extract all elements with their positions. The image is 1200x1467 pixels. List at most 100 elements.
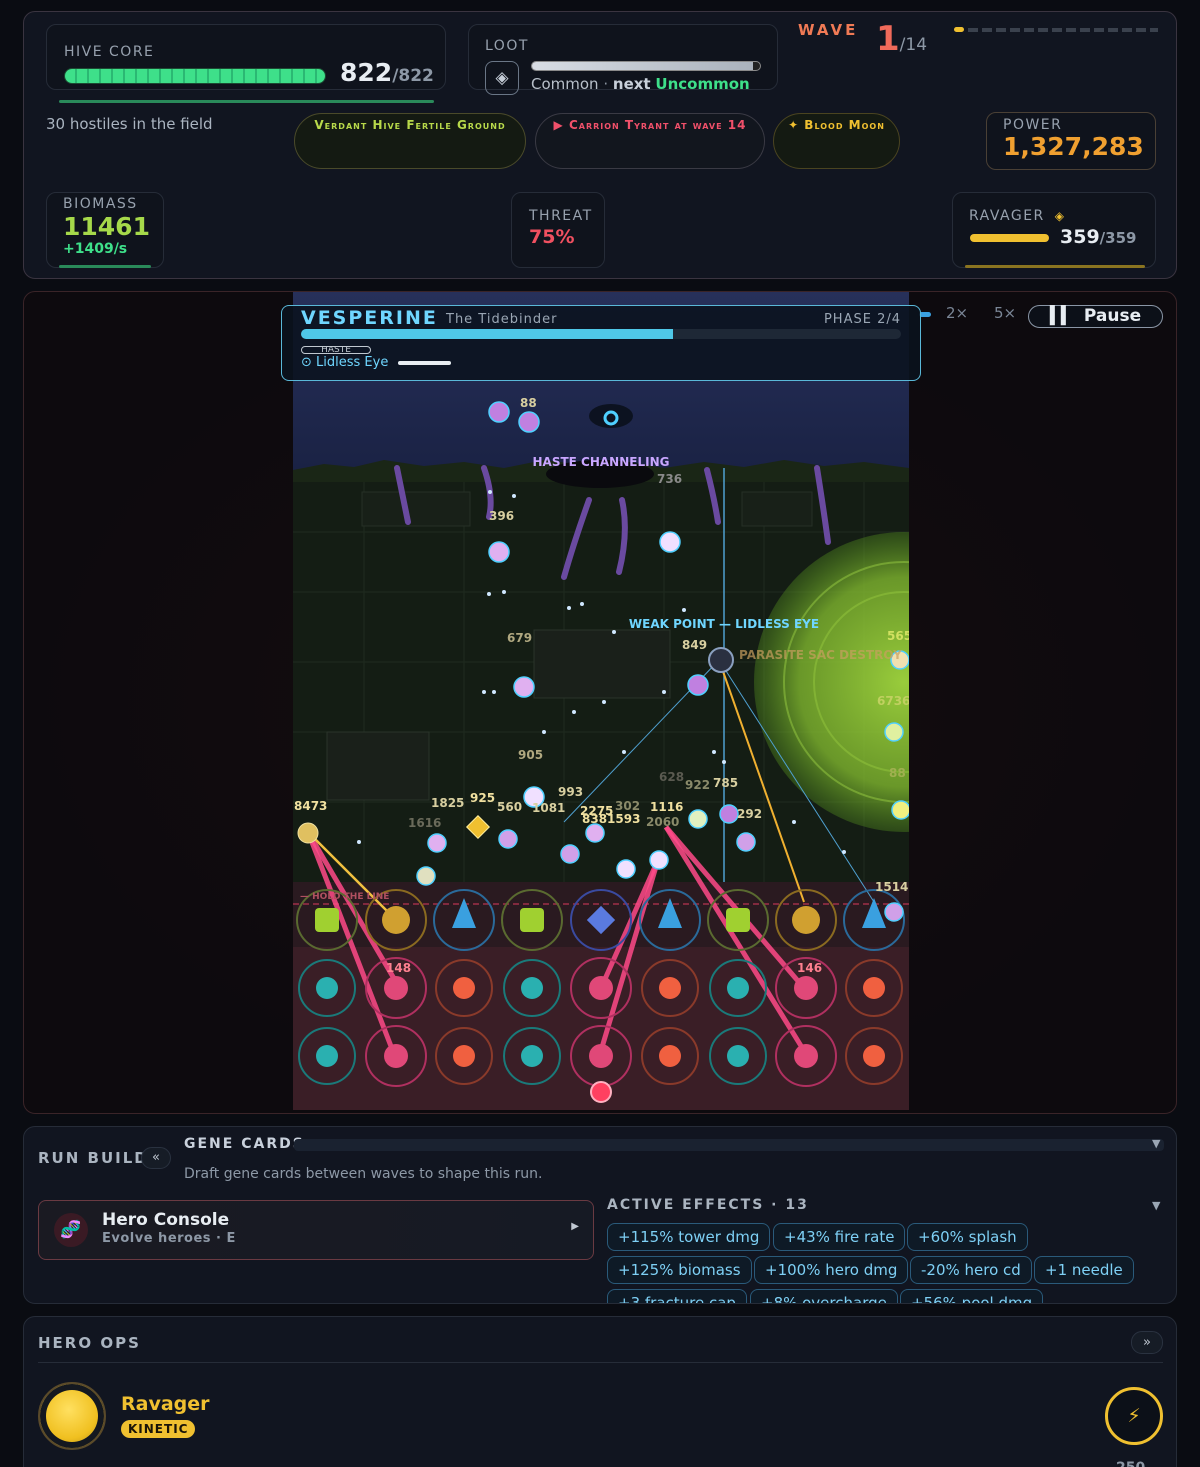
weak-point-hp-bar <box>398 360 452 365</box>
damage-number: 1616 <box>408 816 441 830</box>
damage-number: 148 <box>386 961 411 975</box>
damage-number: 628 <box>659 770 684 784</box>
ravager-value: 359/359 <box>1060 226 1136 248</box>
damage-number: 905 <box>518 748 543 762</box>
damage-number: 1116 <box>650 800 683 814</box>
boss-weak-point: ⊙ Lidless Eye <box>301 355 452 370</box>
speed-5x-button[interactable]: 5× <box>994 304 1016 322</box>
biomass-value: 11461 <box>63 212 150 241</box>
boss-status-badge: HASTE <box>301 346 371 354</box>
damage-number: 2060 <box>646 815 679 829</box>
ravager-label: RAVAGER ◈ <box>969 208 1065 224</box>
active-effects-chevron-icon[interactable]: ▼ <box>1152 1199 1160 1212</box>
ravager-box: RAVAGER ◈ 359/359 <box>952 192 1156 268</box>
biomass-box: BIOMASS 11461 +1409/s <box>46 192 164 268</box>
damage-number: 849 <box>682 638 707 652</box>
hero-ops-title: HERO OPS <box>38 1334 141 1352</box>
weak-point-text: WEAK POINT — LIDLESS EYE <box>629 617 819 631</box>
lightning-icon: ⚡ <box>1127 1405 1141 1427</box>
hive-core-node[interactable] <box>590 1081 612 1103</box>
ravager-current: 359 <box>1060 226 1100 248</box>
threat-box: THREAT 75% <box>511 192 605 268</box>
boss-weak-point-label: ⊙ Lidless Eye <box>301 355 389 370</box>
wave-label: WAVE <box>798 21 859 39</box>
ravager-bar <box>970 234 1049 242</box>
hud-panel: HIVE CORE 822/822 LOOT ◈ Common · next U… <box>23 11 1177 279</box>
hero-ravager-unit[interactable] <box>297 822 319 844</box>
loot-box: LOOT ◈ Common · next Uncommon <box>468 24 778 95</box>
battlefield-canvas[interactable]: HASTE CHANNELING WEAK POINT — LIDLESS EY… <box>24 292 1177 1114</box>
wave-progress-dots <box>954 27 1159 33</box>
damage-number: 565 <box>887 629 912 643</box>
loot-bar-fill <box>532 62 754 70</box>
damage-number: 1514 <box>875 880 908 894</box>
battlefield-panel: HASTE CHANNELING WEAK POINT — LIDLESS EY… <box>23 291 1177 1114</box>
damage-number: 1825 <box>431 796 464 810</box>
damage-number: 88 <box>889 766 906 780</box>
wave-counter: 1/14 <box>876 19 927 59</box>
hold-the-line-text: — HOLD THE LINE <box>300 892 389 902</box>
hero-tag-badge: KINETIC <box>121 1420 196 1438</box>
hero-ops-panel: HERO OPS » Ravager KINETIC ⚡ 250 <box>23 1316 1177 1467</box>
pause-icon: ▍▍ <box>1049 306 1074 326</box>
modifier-blood-moon[interactable]: ✦ Blood Moon <box>773 113 900 169</box>
hero-ability-button[interactable]: ⚡ <box>1105 1387 1163 1445</box>
active-effects-title: ACTIVE EFFECTS · 13 <box>607 1197 809 1213</box>
modifier-carrion-tyrant[interactable]: ▶ Carrion Tyrant at wave 14 <box>535 113 765 169</box>
hero-avatar[interactable] <box>38 1382 106 1450</box>
effect-chip: +56% pool dmg <box>900 1289 1044 1303</box>
haste-channeling-text: HASTE CHANNELING <box>533 455 670 469</box>
damage-number: 785 <box>713 776 738 790</box>
loot-next-prefix: next <box>612 75 651 93</box>
damage-number: 925 <box>470 791 495 805</box>
hero-console-title: Hero Console <box>102 1210 230 1230</box>
speed-2x-button[interactable]: 2× <box>946 304 968 322</box>
hive-core-bar-fill <box>65 69 325 83</box>
run-build-panel: RUN BUILD « GENE CARDS ▼ Draft gene card… <box>23 1126 1177 1304</box>
hive-core-current: 822 <box>340 58 393 87</box>
ravager-label-text: RAVAGER <box>969 208 1045 224</box>
boss-hp-bar-fill <box>301 329 673 339</box>
power-value: 1,327,283 <box>1003 132 1144 161</box>
effect-chip: +1 needle <box>1034 1256 1134 1284</box>
damage-number: 560 <box>497 800 522 814</box>
boss-panel: VESPERINE The Tidebinder PHASE 2/4 HASTE… <box>281 305 921 381</box>
damage-number: 292 <box>737 807 762 821</box>
modifier-verdant-hive-text: Verdant Hive Fertile Ground <box>314 118 506 132</box>
effect-chip: +8% overcharge <box>750 1289 898 1303</box>
hero-console-button[interactable]: 🧬 Hero Console Evolve heroes · E ▶ <box>38 1200 594 1260</box>
biomass-label: BIOMASS <box>63 196 138 212</box>
loot-text: Common · next Uncommon <box>531 75 750 93</box>
hostiles-count: 30 hostiles in the field <box>46 115 213 133</box>
damage-number: 736 <box>657 472 682 486</box>
parasite-sac-text: PARASITE SAC DESTROY <box>739 648 902 662</box>
wave-total: /14 <box>899 35 928 55</box>
effect-chip: +60% splash <box>907 1223 1028 1251</box>
gene-cards-header-bar[interactable] <box>294 1139 1164 1151</box>
effect-chip: +100% hero dmg <box>754 1256 909 1284</box>
pause-label: Pause <box>1083 306 1142 326</box>
hero-console-subtitle: Evolve heroes · E <box>102 1231 236 1246</box>
effect-chip: -20% hero cd <box>910 1256 1032 1284</box>
effect-chip: +115% tower dmg <box>607 1223 771 1251</box>
hive-core-value: 822/822 <box>340 58 434 87</box>
damage-number: 302 <box>615 799 640 813</box>
hero-ops-expand-button[interactable]: » <box>1131 1331 1163 1354</box>
run-build-collapse-button[interactable]: « <box>141 1147 171 1169</box>
modifier-verdant-hive[interactable]: Verdant Hive Fertile Ground <box>294 113 526 169</box>
hive-core-box: HIVE CORE 822/822 <box>46 24 446 103</box>
wave-current: 1 <box>876 19 900 59</box>
threat-label: THREAT <box>529 208 593 224</box>
gene-cards-desc: Draft gene cards between waves to shape … <box>184 1166 543 1182</box>
acid-pool <box>754 532 909 832</box>
damage-number: 922 <box>685 778 710 792</box>
pause-button[interactable]: ▍▍ Pause <box>1028 305 1163 328</box>
ravager-gem-icon: ◈ <box>1054 209 1066 223</box>
boss-name: VESPERINE <box>301 307 438 329</box>
loot-bar <box>531 61 761 71</box>
power-label: POWER <box>1003 117 1063 133</box>
loot-icon[interactable]: ◈ <box>485 61 519 95</box>
dna-icon: 🧬 <box>54 1213 88 1247</box>
gene-cards-chevron-icon[interactable]: ▼ <box>1152 1137 1160 1150</box>
effect-chip: +125% biomass <box>607 1256 752 1284</box>
